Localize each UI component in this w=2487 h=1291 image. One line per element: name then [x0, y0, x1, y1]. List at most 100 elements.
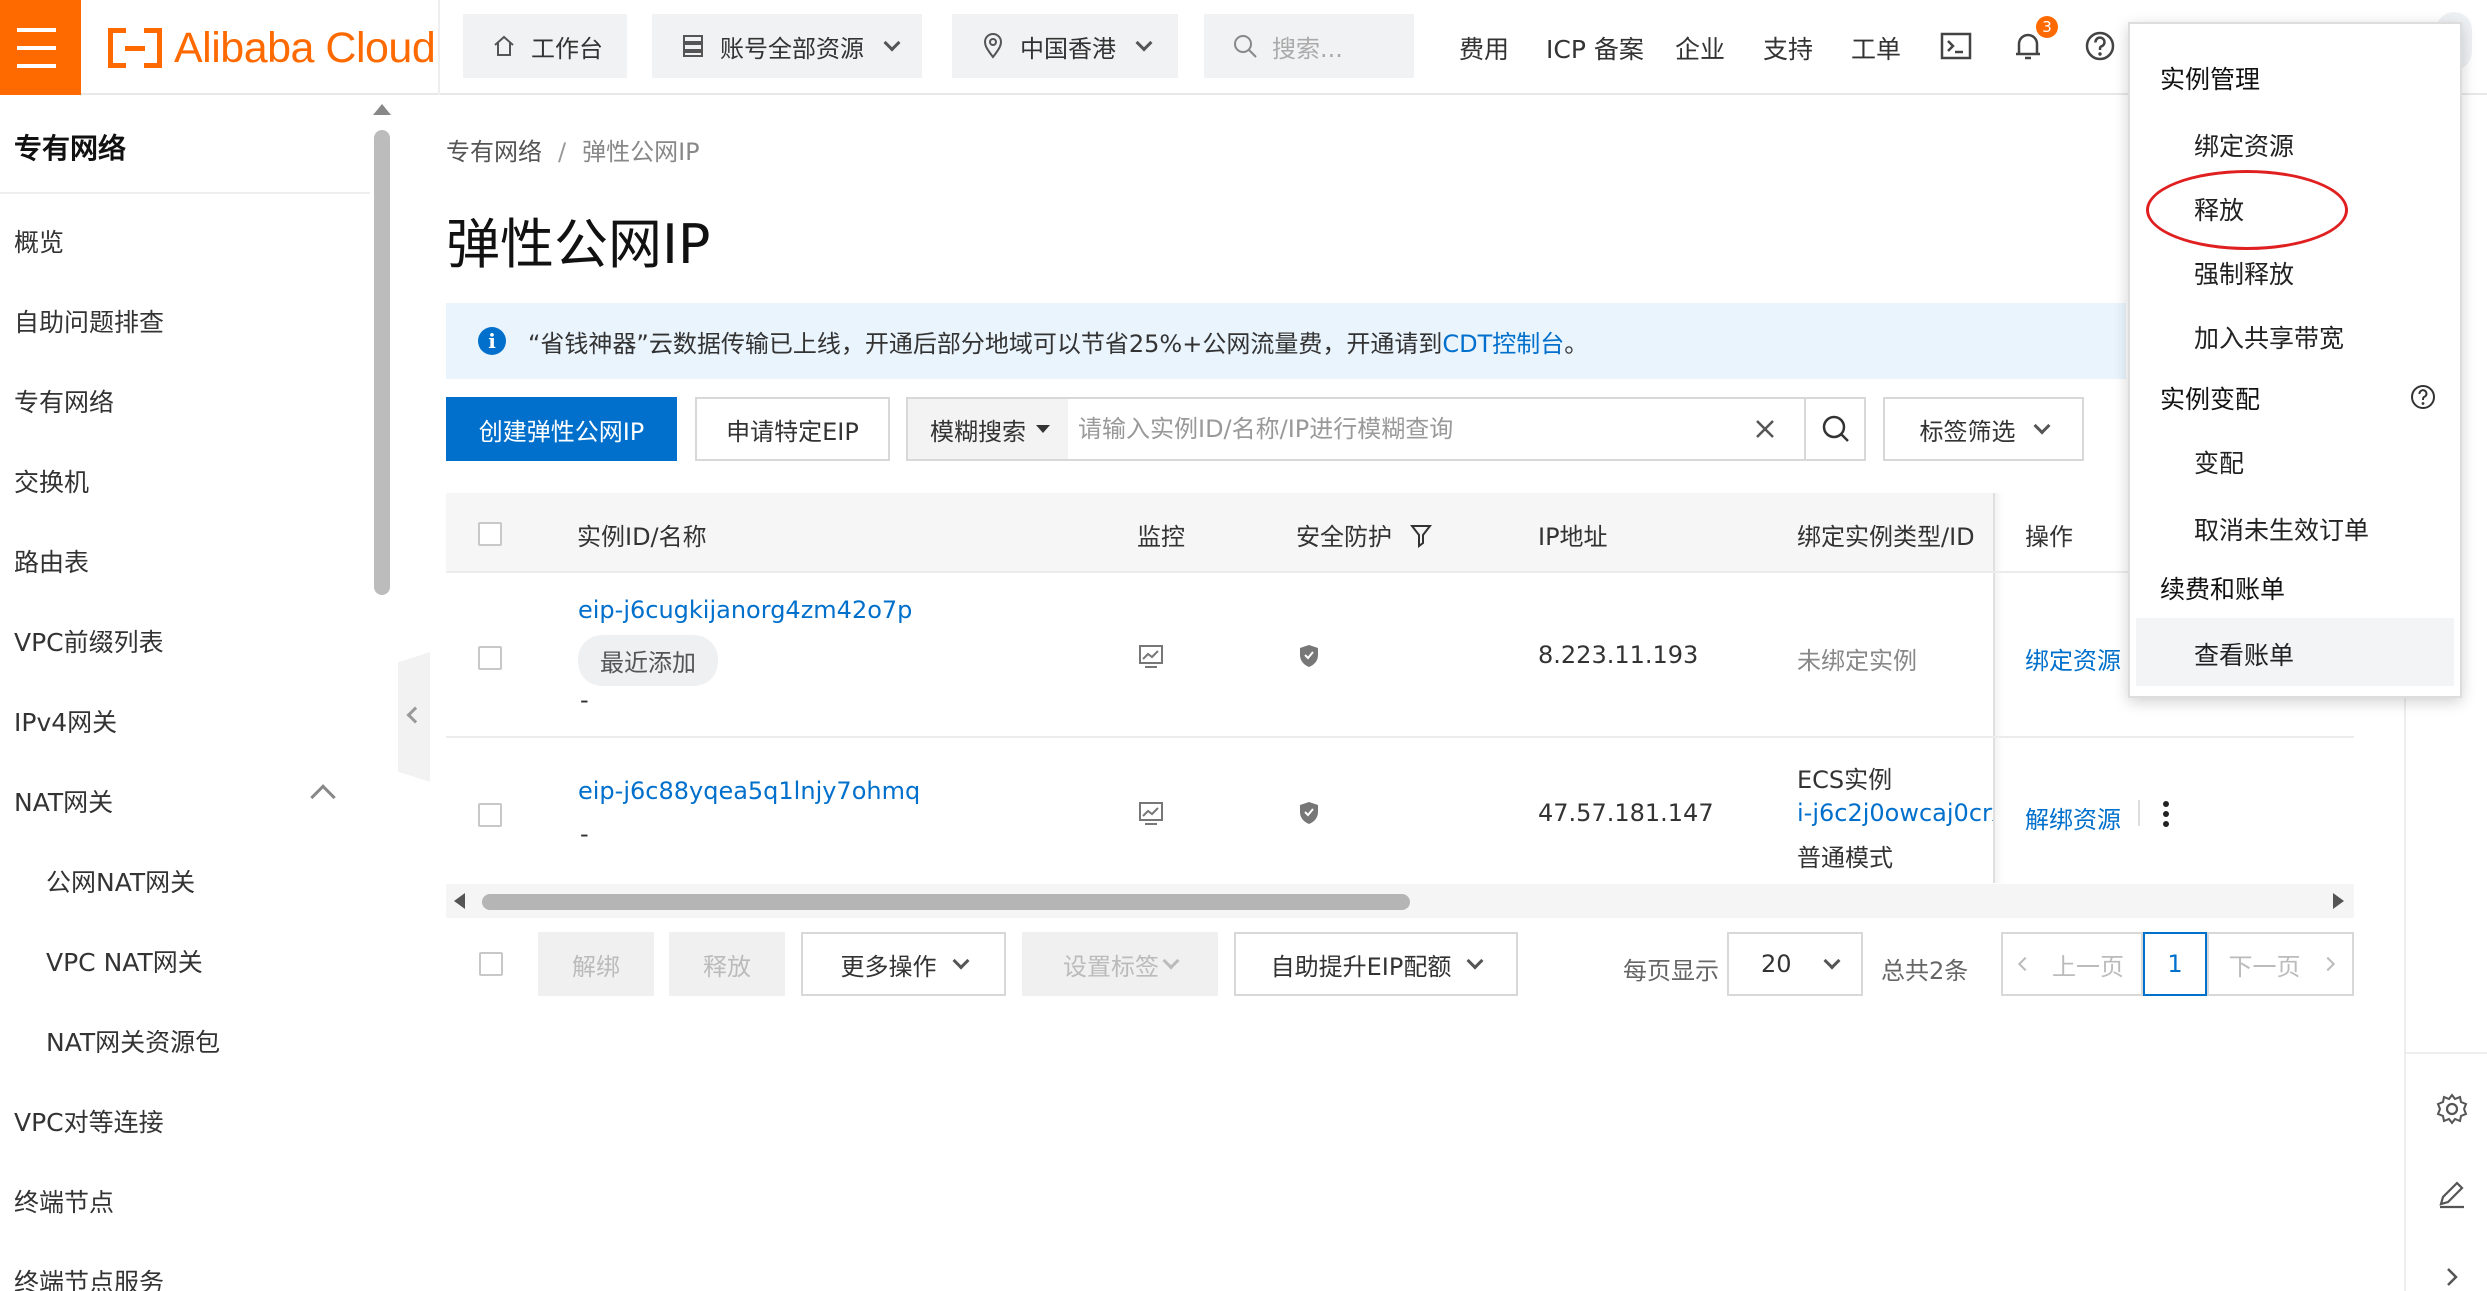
bind-instance-type: ECS实例	[1797, 766, 1893, 794]
sidebar-item-endpoint-service[interactable]: 终端节点服务	[14, 1263, 164, 1291]
workbench-button[interactable]: 工作台	[463, 14, 627, 78]
increase-eip-quota-dropdown[interactable]: 自助提升EIP配额	[1234, 932, 1518, 996]
search-mode-dropdown[interactable]: 模糊搜索	[908, 399, 1068, 459]
prev-page-button[interactable]: 上一页	[2001, 932, 2143, 996]
resource-stack-icon	[678, 31, 708, 61]
chevron-left-icon	[2017, 956, 2033, 972]
sidebar-collapse-handle[interactable]	[398, 652, 430, 782]
notification-badge: 3	[2036, 16, 2058, 38]
cdt-console-link[interactable]: CDT控制台	[1442, 324, 1564, 359]
search-icon	[1822, 415, 1849, 442]
sidebar-item-vswitch[interactable]: 交换机	[14, 463, 89, 499]
bind-instance-status: 未绑定实例	[1797, 647, 1917, 675]
region-label: 中国香港	[1020, 34, 1116, 63]
nav-link-fees[interactable]: 费用	[1459, 30, 1509, 66]
sidebar-item-nat-package[interactable]: NAT网关资源包	[46, 1023, 220, 1059]
help-icon[interactable]	[2082, 28, 2118, 64]
row-checkbox[interactable]	[478, 646, 502, 670]
sidebar-scrollbar-thumb[interactable]	[374, 130, 390, 595]
sidebar-item-prefix-list[interactable]: VPC前缀列表	[14, 623, 164, 659]
column-header-operations: 操作	[2025, 523, 2073, 551]
search-icon	[1230, 31, 1260, 61]
scroll-left-arrow-icon[interactable]	[454, 893, 465, 909]
scroll-right-arrow-icon[interactable]	[2333, 893, 2344, 909]
account-resources-label: 账号全部资源	[720, 34, 864, 63]
sidebar-item-overview[interactable]: 概览	[14, 223, 64, 259]
monitor-chart-icon[interactable]	[1138, 800, 1164, 830]
nav-link-enterprise[interactable]: 企业	[1675, 30, 1725, 66]
global-search-placeholder: 搜索...	[1272, 34, 1343, 63]
filter-icon[interactable]	[1409, 523, 1433, 553]
menu-group-instance-change: 实例变配	[2160, 385, 2261, 414]
menu-item-add-shared-bandwidth[interactable]: 加入共享带宽	[2194, 319, 2344, 355]
expand-rail-chevron-icon[interactable]	[2433, 1258, 2471, 1291]
page-number-1[interactable]: 1	[2143, 932, 2207, 996]
apply-specific-eip-button[interactable]: 申请特定EIP	[695, 397, 890, 461]
eip-instance-id-link[interactable]: eip-j6c88yqea5q1lnjy7ohmq	[578, 777, 920, 805]
next-page-button[interactable]: 下一页	[2207, 932, 2354, 996]
nav-link-tickets[interactable]: 工单	[1851, 30, 1901, 66]
sidebar-item-route-table[interactable]: 路由表	[14, 543, 89, 579]
location-pin-icon	[978, 31, 1008, 61]
page-size-value: 20	[1761, 950, 1792, 978]
monitor-chart-icon[interactable]	[1138, 643, 1164, 673]
action-separator	[2138, 800, 2140, 826]
select-all-checkbox[interactable]	[478, 522, 502, 546]
sidebar-item-vpc[interactable]: 专有网络	[14, 383, 114, 419]
chevron-down-icon	[1162, 952, 1180, 970]
batch-unbind-button[interactable]: 解绑	[538, 932, 654, 996]
breadcrumb-root[interactable]: 专有网络	[446, 138, 542, 166]
alibaba-cloud-logo[interactable]: Alibaba Cloud	[108, 24, 436, 72]
security-shield-icon[interactable]	[1298, 643, 1320, 673]
nav-link-icp[interactable]: ICP 备案	[1546, 30, 1644, 66]
menu-item-view-bill[interactable]: 查看账单	[2194, 636, 2294, 672]
menu-group-instance-management: 实例管理	[2160, 65, 2261, 94]
caret-down-icon	[1036, 425, 1050, 433]
more-actions-kebab-icon[interactable]	[2160, 799, 2172, 833]
sidebar-item-endpoint[interactable]: 终端节点	[14, 1183, 114, 1219]
sidebar-item-vpc-nat[interactable]: VPC NAT网关	[46, 943, 203, 979]
breadcrumb-current: 弹性公网IP	[582, 138, 700, 166]
row-checkbox[interactable]	[478, 803, 502, 827]
sidebar-item-self-troubleshoot[interactable]: 自助问题排查	[14, 303, 164, 339]
account-resources-dropdown[interactable]: 账号全部资源	[652, 14, 922, 78]
instance-search-input[interactable]	[1078, 411, 1728, 447]
unbind-resource-link[interactable]: 解绑资源	[2025, 800, 2121, 835]
more-operations-dropdown[interactable]: 更多操作	[801, 932, 1006, 996]
region-selector[interactable]: 中国香港	[952, 14, 1178, 78]
menu-item-cancel-pending-order[interactable]: 取消未生效订单	[2194, 511, 2369, 547]
sidebar-item-nat-gateway[interactable]: NAT网关	[14, 783, 113, 819]
column-header-ip: IP地址	[1538, 523, 1608, 551]
set-tags-dropdown[interactable]: 设置标签	[1022, 932, 1218, 996]
table-scrollbar-thumb[interactable]	[482, 894, 1410, 910]
help-icon[interactable]	[2410, 384, 2436, 414]
menu-item-bind-resource[interactable]: 绑定资源	[2194, 127, 2294, 163]
sidebar-item-public-nat[interactable]: 公网NAT网关	[46, 863, 195, 899]
nav-link-support[interactable]: 支持	[1763, 30, 1813, 66]
bind-instance-id-link[interactable]: i-j6c2j0owcaj0crx8	[1797, 799, 2021, 827]
sidebar-item-ipv4-gateway[interactable]: IPv4网关	[14, 703, 117, 739]
bind-resource-link[interactable]: 绑定资源	[2025, 641, 2121, 676]
menu-item-force-release[interactable]: 强制释放	[2194, 255, 2294, 291]
eip-instance-id-link[interactable]: eip-j6cugkijanorg4zm42o7p	[578, 596, 912, 624]
tag-filter-dropdown[interactable]: 标签筛选	[1883, 397, 2084, 461]
page-size-select[interactable]: 20	[1727, 932, 1863, 996]
info-icon: i	[478, 327, 506, 355]
chevron-right-icon	[2320, 956, 2335, 972]
settings-gear-icon[interactable]	[2433, 1090, 2471, 1128]
search-submit-button[interactable]	[1804, 399, 1866, 459]
recently-added-tag: 最近添加	[578, 635, 718, 686]
terminal-icon[interactable]	[1938, 28, 1974, 64]
footer-select-all-checkbox[interactable]	[479, 952, 503, 976]
global-search-input[interactable]: 搜索...	[1204, 14, 1414, 78]
edit-pencil-icon[interactable]	[2433, 1174, 2471, 1212]
menu-item-change-spec[interactable]: 变配	[2194, 444, 2244, 480]
sidebar-item-vpc-peering[interactable]: VPC对等连接	[14, 1103, 164, 1139]
batch-release-button[interactable]: 释放	[669, 932, 785, 996]
scroll-up-arrow-icon[interactable]	[373, 104, 391, 115]
security-shield-icon[interactable]	[1298, 800, 1320, 830]
operations-column-shadow	[1993, 493, 2003, 883]
clear-icon[interactable]	[1748, 412, 1782, 446]
create-eip-button[interactable]: 创建弹性公网IP	[446, 397, 677, 461]
hamburger-menu-icon[interactable]	[0, 0, 81, 95]
